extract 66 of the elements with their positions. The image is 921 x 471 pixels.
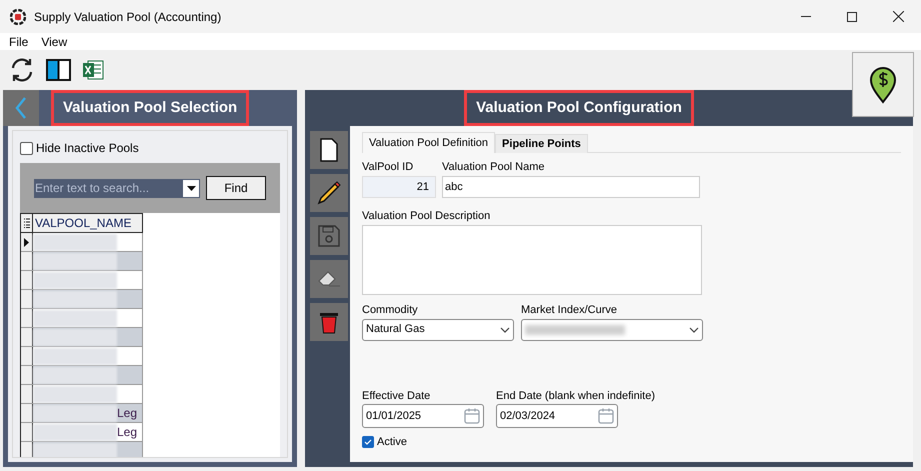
search-field[interactable]: Enter text to search...	[34, 178, 200, 198]
commodity-dropdown[interactable]: Natural Gas	[362, 318, 514, 340]
field-label: Market Index/Curve	[521, 303, 618, 318]
row-header[interactable]	[21, 233, 33, 251]
row-header[interactable]	[21, 328, 33, 346]
pencil-icon	[316, 180, 342, 206]
id-field: 21	[362, 176, 436, 198]
row-header[interactable]	[21, 309, 33, 327]
field-label: End Date (blank when indefinite)	[496, 388, 655, 404]
menu-item[interactable]: View	[41, 32, 68, 50]
trash-icon	[319, 310, 339, 334]
check-icon	[364, 438, 372, 446]
close-icon	[892, 11, 904, 22]
calendar-icon[interactable]	[463, 407, 481, 425]
row-header[interactable]	[21, 423, 33, 441]
chevron-down-icon	[689, 326, 699, 332]
checkbox[interactable]	[362, 436, 374, 448]
checkbox-label: Active	[377, 435, 407, 450]
window-title: Supply Valuation Pool (Accounting)	[34, 8, 222, 26]
split-panel-icon[interactable]	[46, 59, 71, 81]
row-header[interactable]	[21, 252, 33, 270]
field-label: Commodity	[362, 303, 419, 318]
row-header[interactable]	[21, 404, 33, 422]
edit-button[interactable]	[310, 174, 348, 212]
row-header[interactable]	[21, 271, 33, 289]
market-index-dropdown[interactable]	[521, 318, 703, 340]
checkbox-label: Hide Inactive Pools	[36, 140, 139, 157]
field-label: Valuation Pool Name	[442, 160, 546, 175]
app-logo-icon	[10, 8, 26, 24]
table-cell-text: Leg	[117, 405, 138, 422]
document-icon	[320, 138, 338, 162]
row-selector-icon	[24, 218, 30, 228]
dollar-pin-icon	[869, 66, 897, 104]
row-header[interactable]	[21, 290, 33, 308]
map-pin-button[interactable]	[852, 52, 914, 117]
row-header[interactable]	[21, 385, 33, 403]
row-header[interactable]	[21, 366, 33, 384]
effective-date-field[interactable]: 01/01/2025	[362, 404, 484, 428]
chevron-down-icon	[500, 326, 510, 332]
tab[interactable]: Valuation Pool Definition	[362, 132, 496, 153]
end-date-field[interactable]: 02/03/2024	[496, 404, 618, 428]
tab[interactable]: Pipeline Points	[495, 134, 588, 153]
save-button[interactable]	[310, 217, 348, 255]
panel-title: Valuation Pool Configuration	[464, 90, 694, 126]
row-header[interactable]	[21, 347, 33, 365]
table-cell-text: Leg	[117, 424, 138, 441]
eraser-icon	[317, 269, 341, 289]
checkbox[interactable]	[20, 142, 33, 154]
row-header[interactable]	[21, 442, 33, 457]
panel-title: Valuation Pool Selection	[51, 90, 250, 126]
clear-button[interactable]	[310, 260, 348, 298]
field-label: ValPool ID	[362, 160, 414, 175]
spreadsheet-icon[interactable]	[81, 58, 105, 82]
new-button[interactable]	[310, 131, 348, 169]
field-label: Valuation Pool Description	[362, 208, 492, 224]
find-button[interactable]: Find	[206, 176, 266, 200]
description-field[interactable]	[362, 225, 702, 295]
name-field[interactable]: abc	[442, 176, 700, 198]
delete-button[interactable]	[310, 303, 348, 341]
minimize-icon	[801, 16, 811, 17]
dropdown-icon	[186, 186, 196, 190]
menu-item[interactable]: File	[9, 32, 28, 50]
current-row-icon	[24, 238, 29, 246]
calendar-icon[interactable]	[597, 407, 615, 425]
maximize-icon	[847, 12, 857, 22]
field-label: Effective Date	[362, 388, 432, 404]
